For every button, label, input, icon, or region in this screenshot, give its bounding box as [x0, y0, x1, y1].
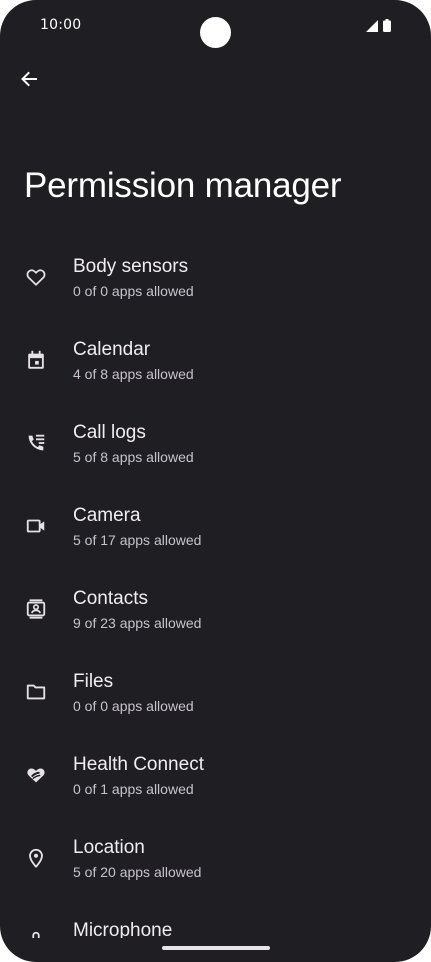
permission-summary: 5 of 8 apps allowed: [73, 449, 194, 465]
permission-item-microphone[interactable]: Microphone: [0, 900, 431, 938]
permission-label: Camera: [73, 505, 141, 526]
contacts-icon: [24, 597, 48, 621]
permission-summary: 0 of 0 apps allowed: [73, 283, 194, 299]
permission-label: Contacts: [73, 588, 148, 609]
permission-summary: 4 of 8 apps allowed: [73, 366, 194, 382]
permission-item-location[interactable]: Location 5 of 20 apps allowed: [0, 817, 431, 900]
video-camera-icon: [24, 514, 48, 538]
health-connect-icon: [24, 763, 48, 787]
gesture-nav-handle[interactable]: [162, 946, 270, 950]
status-icons: [366, 19, 391, 32]
status-time: 10:00: [40, 17, 82, 33]
permission-label: Files: [73, 671, 114, 692]
permission-summary: 5 of 20 apps allowed: [73, 864, 202, 880]
location-pin-icon: [24, 846, 48, 870]
permission-label: Call logs: [73, 422, 146, 443]
folder-icon: [24, 680, 48, 704]
permission-item-contacts[interactable]: Contacts 9 of 23 apps allowed: [0, 568, 431, 651]
permission-label: Body sensors: [73, 256, 189, 277]
permission-item-files[interactable]: Files 0 of 0 apps allowed: [0, 651, 431, 734]
microphone-icon: [24, 929, 48, 938]
permission-label: Location: [73, 837, 145, 858]
status-bar: 10:00: [0, 0, 431, 52]
back-arrow-icon: [19, 69, 39, 93]
permission-label: Health Connect: [73, 754, 204, 775]
permission-summary: 9 of 23 apps allowed: [73, 615, 202, 631]
battery-icon: [383, 19, 391, 32]
call-log-icon: [24, 431, 48, 455]
permission-summary: 0 of 1 apps allowed: [73, 781, 194, 797]
calendar-icon: [24, 348, 48, 372]
signal-icon: [366, 19, 378, 32]
permission-label: Microphone: [73, 920, 173, 938]
camera-cutout: [200, 17, 231, 48]
back-button[interactable]: [12, 64, 46, 98]
permission-summary: 5 of 17 apps allowed: [73, 532, 202, 548]
permission-item-body-sensors[interactable]: Body sensors 0 of 0 apps allowed: [0, 236, 431, 319]
page-title: Permission manager: [24, 166, 342, 205]
heart-icon: [24, 265, 48, 289]
permission-item-health-connect[interactable]: Health Connect 0 of 1 apps allowed: [0, 734, 431, 817]
permission-label: Calendar: [73, 339, 151, 360]
permission-item-call-logs[interactable]: Call logs 5 of 8 apps allowed: [0, 402, 431, 485]
permission-item-calendar[interactable]: Calendar 4 of 8 apps allowed: [0, 319, 431, 402]
permission-summary: 0 of 0 apps allowed: [73, 698, 194, 714]
permission-item-camera[interactable]: Camera 5 of 17 apps allowed: [0, 485, 431, 568]
phone-screen: 10:00 Permission manager Body sensors 0 …: [0, 0, 431, 962]
permission-list: Body sensors 0 of 0 apps allowed Calenda…: [0, 236, 431, 938]
